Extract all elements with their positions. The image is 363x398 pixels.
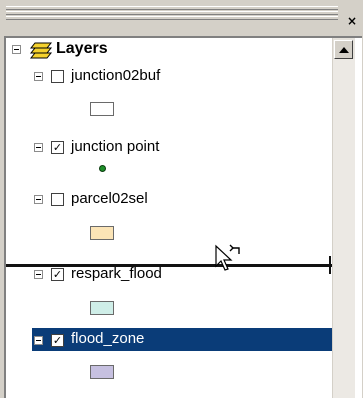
drag-cursor-icon: [215, 244, 240, 271]
layer-name-junction02buf[interactable]: junction02buf: [71, 67, 160, 84]
layer-symbol-swatch[interactable]: [90, 226, 114, 240]
layer-visibility-checkbox[interactable]: ✓: [51, 334, 64, 347]
close-icon[interactable]: ×: [345, 14, 359, 28]
drop-indicator-cap: [329, 256, 331, 274]
layer-symbol-swatch[interactable]: [90, 301, 114, 315]
scrollbar-track[interactable]: [333, 59, 355, 398]
layer-name-flood-zone[interactable]: flood_zone: [71, 330, 144, 347]
layer-visibility-checkbox[interactable]: ✓: [51, 268, 64, 281]
point-symbol-icon[interactable]: [99, 165, 106, 172]
title-grip-line: [6, 16, 338, 20]
title-grip-line: [6, 6, 338, 10]
layer-name-junction-point[interactable]: junction point: [71, 138, 159, 155]
collapse-icon[interactable]: [34, 143, 43, 152]
vertical-scrollbar[interactable]: [332, 38, 355, 398]
layer-name-parcel02sel[interactable]: parcel02sel: [71, 190, 148, 207]
collapse-icon[interactable]: [34, 195, 43, 204]
drop-position-indicator: [6, 264, 335, 267]
title-grip-line: [6, 11, 338, 15]
layer-visibility-checkbox[interactable]: ✓: [51, 141, 64, 154]
layer-symbol-swatch[interactable]: [90, 365, 114, 379]
layers-icon: [29, 42, 53, 59]
collapse-icon[interactable]: [12, 45, 21, 54]
table-of-contents: Layers junction02buf ✓ junction point pa…: [4, 36, 362, 398]
scroll-up-button[interactable]: [334, 40, 353, 59]
layer-visibility-checkbox[interactable]: [51, 70, 64, 83]
collapse-icon[interactable]: [34, 72, 43, 81]
collapse-icon[interactable]: [34, 270, 43, 279]
layers-root-label[interactable]: Layers: [56, 40, 108, 58]
layer-visibility-checkbox[interactable]: [51, 193, 64, 206]
panel-titlebar[interactable]: ×: [0, 0, 363, 36]
drop-indicator-cap: [4, 256, 6, 274]
layer-symbol-swatch[interactable]: [90, 102, 114, 116]
layer-name-respark-flood[interactable]: respark_flood: [71, 265, 162, 282]
collapse-icon[interactable]: [34, 336, 43, 345]
up-arrow-icon: [339, 47, 349, 53]
